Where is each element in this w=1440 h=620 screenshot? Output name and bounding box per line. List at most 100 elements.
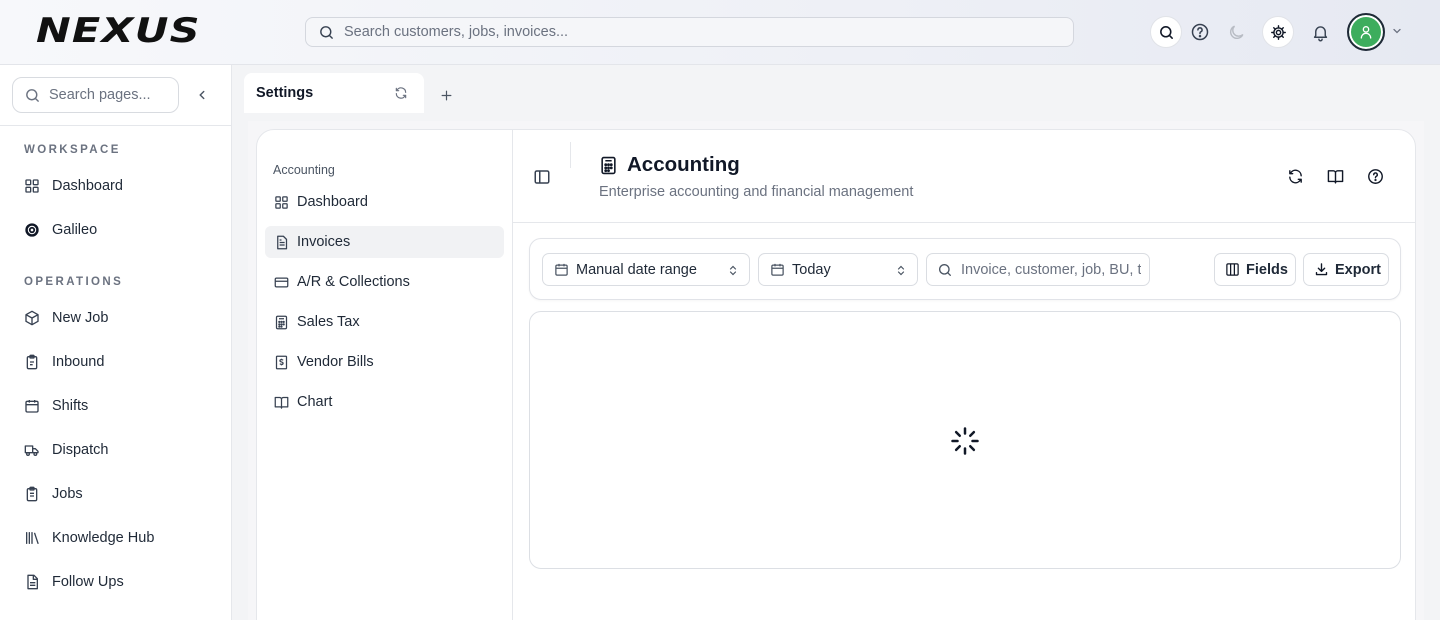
user-avatar[interactable] — [1347, 13, 1385, 51]
fields-label: Fields — [1246, 261, 1288, 278]
tab-label: Settings — [256, 85, 314, 101]
sidebar-item-jobs[interactable]: Jobs — [24, 482, 83, 506]
theme-toggle[interactable] — [1220, 16, 1252, 48]
help-icon[interactable] — [1365, 166, 1385, 186]
sidebar-item-dispatch[interactable]: Dispatch — [24, 438, 108, 462]
header-actions — [1265, 166, 1385, 186]
sidebar-item-label: Inbound — [52, 354, 105, 370]
sidebar-item-shifts[interactable]: Shifts — [24, 394, 88, 418]
search-icon — [318, 24, 335, 41]
chevrons-up-down-icon — [895, 264, 907, 277]
section-title-operations: OPERATIONS — [24, 276, 124, 288]
sidebar: WORKSPACE Dashboard Galileo OPERATIONS N… — [0, 65, 232, 620]
subnav-item-label: Invoices — [297, 234, 351, 250]
page-title: Accounting — [627, 153, 740, 176]
subnav-item-label: Sales Tax — [297, 314, 360, 330]
page-search-input[interactable] — [49, 87, 169, 103]
sidebar-item-label: Dashboard — [52, 178, 123, 194]
accounting-panel: Accounting Dashboard Invoices A/R & Coll… — [256, 129, 1416, 620]
subnav-item-vendor-bills[interactable]: Vendor Bills — [265, 346, 504, 378]
sidebar-item-label: Knowledge Hub — [52, 530, 155, 546]
collapse-sidebar-button[interactable] — [193, 86, 211, 104]
chevrons-up-down-icon — [727, 264, 739, 277]
subnav-item-label: Chart — [297, 394, 333, 410]
sidebar-item-dashboard[interactable]: Dashboard — [24, 174, 123, 198]
top-actions — [1150, 16, 1336, 48]
settings-button[interactable] — [1262, 16, 1294, 48]
sidebar-item-galileo[interactable]: Galileo — [24, 218, 97, 242]
page-subtitle: Enterprise accounting and financial mana… — [599, 184, 914, 200]
library-icon — [24, 530, 40, 546]
accounting-subnav: Accounting Dashboard Invoices A/R & Coll… — [257, 130, 513, 620]
user-icon — [1358, 24, 1374, 40]
section-title-workspace: WORKSPACE — [24, 144, 121, 156]
invoice-search[interactable] — [926, 253, 1150, 286]
sidebar-item-label: Dispatch — [52, 442, 109, 458]
dashboard-icon — [24, 178, 40, 194]
add-tab-button[interactable] — [438, 87, 454, 103]
tab-settings[interactable]: Settings — [244, 73, 424, 113]
global-search[interactable] — [305, 17, 1074, 47]
period-select[interactable]: Today — [758, 253, 918, 286]
global-search-input[interactable] — [344, 24, 1044, 40]
invoice-search-input[interactable] — [961, 261, 1141, 278]
sidebar-item-label: Jobs — [52, 486, 83, 502]
date-range-label: Manual date range — [576, 261, 697, 278]
subnav-title: Accounting — [273, 163, 335, 177]
subnav-item-sales-tax[interactable]: Sales Tax — [265, 306, 504, 338]
bell-icon — [1311, 23, 1330, 42]
filter-toolbar: Manual date range Today Invoice, custome… — [529, 238, 1401, 300]
sidebar-item-label: New Job — [52, 310, 109, 326]
document-icon — [24, 574, 40, 590]
search-button[interactable] — [1150, 16, 1182, 48]
notifications-button[interactable] — [1304, 16, 1336, 48]
subnav-item-invoices[interactable]: Invoices — [265, 226, 504, 258]
chevron-down-icon[interactable] — [1391, 25, 1403, 37]
export-label: Export — [1335, 261, 1381, 278]
clipboard-icon — [24, 486, 40, 502]
invoice-icon — [273, 234, 289, 250]
results-container — [529, 311, 1401, 569]
calendar-icon — [770, 262, 785, 277]
sidebar-item-inbound[interactable]: Inbound — [24, 350, 104, 374]
tab-bar: Settings — [232, 65, 1440, 121]
sidebar-item-new-job[interactable]: New Job — [24, 306, 108, 330]
moon-icon — [1227, 23, 1246, 42]
page-search[interactable] — [12, 77, 179, 113]
header-separator — [570, 142, 571, 168]
logo-text: NEXUS — [36, 11, 201, 51]
calendar-icon — [554, 262, 569, 277]
accounting-main: Accounting Enterprise accounting and fin… — [513, 130, 1415, 620]
help-button[interactable] — [1184, 16, 1216, 48]
sidebar-item-knowledge-hub[interactable]: Knowledge Hub — [24, 526, 154, 550]
calculator-icon — [273, 314, 289, 330]
plus-icon — [440, 89, 453, 102]
sidebar-item-label: Galileo — [52, 222, 98, 238]
galileo-icon — [24, 222, 40, 238]
subnav-item-label: A/R & Collections — [297, 274, 410, 290]
book-icon[interactable] — [1325, 166, 1345, 186]
sidebar-divider — [0, 125, 232, 126]
sidebar-item-follow-ups[interactable]: Follow Ups — [24, 570, 124, 594]
export-button[interactable]: Export — [1303, 253, 1389, 286]
sidebar-item-label: Follow Ups — [52, 574, 124, 590]
help-icon — [1190, 22, 1210, 42]
book-icon — [273, 394, 289, 410]
subnav-item-dashboard[interactable]: Dashboard — [265, 186, 504, 218]
download-icon — [1314, 262, 1329, 277]
refresh-icon[interactable] — [394, 86, 408, 100]
subnav-item-ar-collections[interactable]: A/R & Collections — [265, 266, 504, 298]
refresh-icon[interactable] — [1285, 166, 1305, 186]
fields-button[interactable]: Fields — [1214, 253, 1296, 286]
subnav-item-label: Vendor Bills — [297, 354, 374, 370]
subnav-item-label: Dashboard — [297, 194, 368, 210]
nexus-logo[interactable]: NEXUS — [36, 11, 224, 51]
columns-icon — [1225, 262, 1240, 277]
date-range-select[interactable]: Manual date range — [542, 253, 750, 286]
panel-toggle-icon[interactable] — [533, 168, 551, 186]
search-icon — [937, 262, 953, 278]
subnav-item-chart[interactable]: Chart — [265, 386, 504, 418]
dashboard-icon — [273, 194, 289, 210]
search-icon — [1158, 24, 1175, 41]
settings-icon — [1270, 24, 1287, 41]
